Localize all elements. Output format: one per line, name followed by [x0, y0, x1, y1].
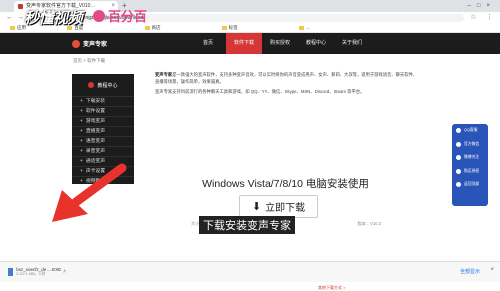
- sidebar-item-soundcard[interactable]: + 声卡设置: [72, 166, 134, 176]
- menu-icon[interactable]: ⋮: [486, 13, 493, 22]
- nav-download[interactable]: 软件下载: [226, 33, 262, 54]
- wechat-service[interactable]: 官方微信: [452, 138, 488, 152]
- arrow-up-icon: [456, 182, 461, 188]
- close-icon[interactable]: ×: [490, 267, 494, 273]
- nav-home[interactable]: 首页: [190, 33, 226, 54]
- folder-icon: [221, 26, 227, 30]
- download-bar: bsz_soecfz_de….EXE 0.3/2.1 MB，3 秒 ˄ 全部显示…: [0, 261, 500, 282]
- tutorial-sidebar: 教程中心 + 下载安装 + 软件设置 + 游戏变声 + 直播变声 + 语音变声 + 录音变声…: [72, 74, 134, 184]
- sidebar-header: 教程中心: [72, 74, 134, 96]
- sidebar-item-game[interactable]: + 游戏变声: [72, 116, 134, 126]
- sidebar-item-settings[interactable]: + 软件设置: [72, 106, 134, 116]
- forward-icon[interactable]: →: [17, 13, 24, 22]
- folder-icon: [299, 26, 305, 30]
- watermark-brand: 百分百: [93, 6, 147, 25]
- tab-favicon-icon: [18, 4, 23, 9]
- star-icon[interactable]: ☆: [470, 13, 476, 22]
- purchase-service[interactable]: 购买授权: [452, 165, 488, 179]
- sidebar-item-record[interactable]: + 录音变声: [72, 146, 134, 156]
- back-icon[interactable]: ←: [6, 13, 13, 22]
- breadcrumb[interactable]: 首页 > 软件下载: [73, 58, 105, 64]
- intro-paragraph: 变声专家是一款强大的变声软件，支持多种变声音效，可以实时将你的声音变成男声、女声…: [155, 72, 418, 84]
- bookmark-item[interactable]: 标签: [221, 23, 238, 32]
- watermark-logo: 秒懂视频: [24, 10, 83, 27]
- main-content: 变声专家是一款强大的变声软件，支持多种变声音效，可以实时将你的声音变成男声、女声…: [143, 70, 428, 290]
- book-icon: [88, 82, 95, 88]
- site-logo[interactable]: 变声专家: [72, 39, 107, 48]
- folder-icon: [144, 26, 150, 30]
- bookmark-item[interactable]: …: [299, 23, 311, 32]
- sidebar-item-live[interactable]: + 直播变声: [72, 126, 134, 136]
- weibo-service[interactable]: 微博关注: [452, 151, 488, 165]
- show-all-link[interactable]: 全部显示: [460, 268, 480, 275]
- nav-purchase[interactable]: 购买授权: [262, 33, 298, 54]
- window-controls[interactable]: –□×: [468, 0, 496, 12]
- qq-service[interactable]: QQ客服: [452, 124, 488, 138]
- weibo-icon: [456, 155, 461, 161]
- video-subtitle: 下载安装变声专家: [199, 216, 295, 234]
- chevron-down-icon[interactable]: ˄: [63, 269, 66, 275]
- download-icon: ⬇: [251, 201, 262, 213]
- main-nav: 首页 软件下载 购买授权 教程中心 关于我们: [190, 33, 370, 54]
- file-icon: [8, 268, 14, 276]
- download-button[interactable]: ⬇ 立即下载: [239, 195, 318, 218]
- nav-tutorials[interactable]: 教程中心: [298, 33, 334, 54]
- back-to-top[interactable]: 返回顶部: [452, 178, 488, 192]
- download-title: Windows Vista/7/8/10 电脑安装使用: [202, 178, 369, 190]
- download-item[interactable]: bsz_soecfz_de….EXE 0.3/2.1 MB，3 秒 ˄: [8, 265, 66, 279]
- brand-icon: [93, 9, 105, 22]
- qq-icon: [456, 128, 461, 134]
- sidebar-item-install[interactable]: + 下载安装: [72, 96, 134, 106]
- floating-service-panel: QQ客服 官方微信 微博关注 购买授权 返回顶部: [452, 124, 488, 206]
- sidebar-item-video[interactable]: + 视频教程: [72, 176, 134, 186]
- version: 版本：V10.3: [357, 221, 381, 226]
- site-header: 变声专家 首页 软件下载 购买授权 教程中心 关于我们: [0, 33, 500, 54]
- cart-icon: [456, 168, 461, 174]
- sidebar-item-voice[interactable]: + 语音变声: [72, 136, 134, 146]
- wechat-icon: [456, 141, 461, 147]
- support-paragraph: 变声专家支持目前流行的各种聊天工具和游戏，如 QQ、YY、微信、Skype、MS…: [155, 89, 365, 94]
- download-progress-text: 0.3/2.1 MB，3 秒: [16, 272, 46, 276]
- nav-about[interactable]: 关于我们: [334, 33, 370, 54]
- alt-download-link[interactable]: 其他下载方式 >: [318, 285, 345, 291]
- sidebar-item-call[interactable]: + 通话变声: [72, 156, 134, 166]
- logo-icon: [72, 39, 80, 48]
- folder-icon: [10, 26, 15, 30]
